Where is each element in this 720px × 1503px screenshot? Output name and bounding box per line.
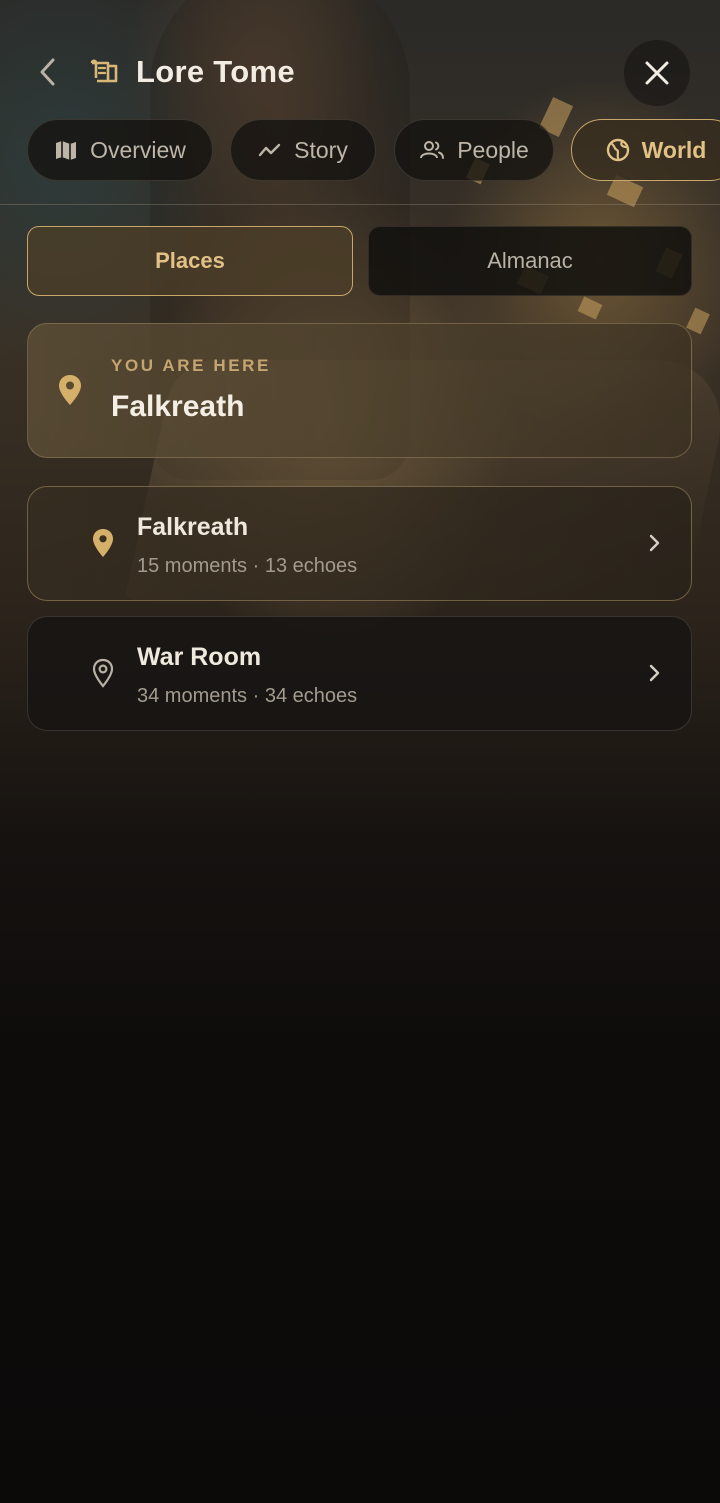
back-button[interactable] [30, 54, 66, 90]
tab-label: People [457, 136, 529, 163]
tome-icon [90, 59, 118, 83]
tab-label: World [641, 136, 707, 163]
tab-label: Overview [90, 136, 186, 163]
trend-line-icon [258, 143, 281, 157]
chevron-left-icon [40, 58, 55, 86]
chevron-right-icon [649, 664, 660, 682]
page-title: Lore Tome [136, 54, 295, 89]
tab-people[interactable]: People [394, 119, 554, 181]
place-item-falkreath[interactable]: Falkreath 15 moments · 13 echoes [27, 486, 692, 601]
tab-label: Story [294, 136, 348, 163]
current-location-name: Falkreath [111, 390, 245, 423]
location-pin-icon [93, 529, 113, 557]
location-pin-outline-icon [92, 658, 114, 688]
current-location-label: YOU ARE HERE [111, 356, 271, 375]
place-name: Falkreath [137, 513, 249, 541]
place-meta: 15 moments · 13 echoes [137, 555, 358, 577]
divider [0, 204, 720, 205]
tab-world[interactable]: World [571, 119, 720, 181]
segment-almanac[interactable]: Almanac [368, 226, 692, 296]
current-location-card: YOU ARE HERE Falkreath [27, 323, 692, 458]
map-book-icon [56, 141, 77, 160]
close-button[interactable] [624, 40, 690, 106]
tab-bar: Overview Story People World [0, 119, 720, 185]
tab-story[interactable]: Story [230, 119, 376, 181]
location-pin-icon [59, 375, 81, 405]
place-item-war-room[interactable]: War Room 34 moments · 34 echoes [27, 616, 692, 731]
chevron-right-icon [649, 534, 660, 552]
header-bar: Lore Tome [0, 32, 720, 112]
people-icon [420, 141, 445, 159]
close-icon [645, 61, 669, 85]
place-name: War Room [137, 643, 262, 671]
tab-overview[interactable]: Overview [27, 119, 213, 181]
segment-places[interactable]: Places [27, 226, 353, 296]
place-meta: 34 moments · 34 echoes [137, 685, 358, 707]
globe-icon [606, 138, 629, 162]
